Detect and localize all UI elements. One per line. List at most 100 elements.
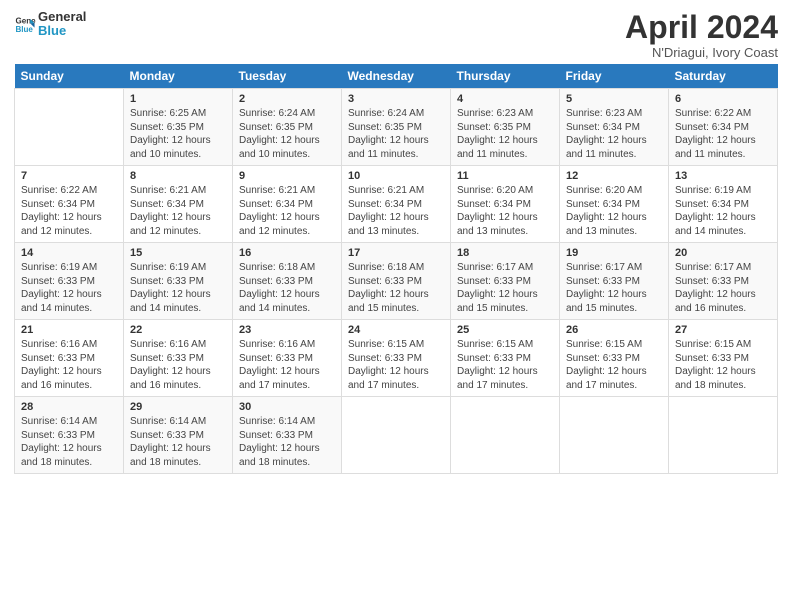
calendar-cell: 9 Sunrise: 6:21 AMSunset: 6:34 PMDaylight…	[233, 166, 342, 243]
calendar-cell: 12Sunrise: 6:20 AMSunset: 6:34 PMDayligh…	[560, 166, 669, 243]
logo-icon: General Blue	[14, 13, 36, 35]
calendar-cell: 4 Sunrise: 6:23 AMSunset: 6:35 PMDaylight…	[451, 89, 560, 166]
day-header-wednesday: Wednesday	[342, 64, 451, 89]
day-info: Sunrise: 6:18 AMSunset: 6:33 PMDaylight:…	[348, 261, 444, 315]
day-info: Sunrise: 6:14 AMSunset: 6:33 PMDaylight:…	[130, 415, 226, 469]
logo: General Blue General Blue	[14, 10, 86, 39]
day-info: Sunrise: 6:21 AMSunset: 6:34 PMDaylight:…	[239, 184, 335, 238]
day-number: 10	[348, 170, 444, 182]
header: General Blue General Blue April 2024 N'D…	[14, 10, 778, 60]
week-row-3: 14 Sunrise: 6:19 AMSunset: 6:33 PMDayligh…	[15, 243, 778, 320]
calendar-cell: 26 Sunrise: 6:15 AMSunset: 6:33 PMDayligh…	[560, 320, 669, 397]
calendar-cell: 11Sunrise: 6:20 AMSunset: 6:34 PMDayligh…	[451, 166, 560, 243]
calendar-cell: 21Sunrise: 6:16 AMSunset: 6:33 PMDayligh…	[15, 320, 124, 397]
day-number: 19	[566, 247, 662, 259]
subtitle: N'Driagui, Ivory Coast	[625, 45, 778, 60]
page-container: General Blue General Blue April 2024 N'D…	[0, 0, 792, 482]
day-info: Sunrise: 6:23 AMSunset: 6:35 PMDaylight:…	[457, 107, 553, 161]
day-number: 23	[239, 324, 335, 336]
day-info: Sunrise: 6:17 AMSunset: 6:33 PMDaylight:…	[457, 261, 553, 315]
day-number: 1	[130, 93, 226, 105]
week-row-2: 7 Sunrise: 6:22 AMSunset: 6:34 PMDaylight…	[15, 166, 778, 243]
calendar-table: SundayMondayTuesdayWednesdayThursdayFrid…	[14, 64, 778, 474]
day-number: 4	[457, 93, 553, 105]
day-number: 5	[566, 93, 662, 105]
day-number: 20	[675, 247, 771, 259]
calendar-cell: 30 Sunrise: 6:14 AMSunset: 6:33 PMDayligh…	[233, 397, 342, 474]
day-info: Sunrise: 6:18 AMSunset: 6:33 PMDaylight:…	[239, 261, 335, 315]
calendar-cell: 8 Sunrise: 6:21 AMSunset: 6:34 PMDaylight…	[124, 166, 233, 243]
calendar-cell: 5 Sunrise: 6:23 AMSunset: 6:34 PMDaylight…	[560, 89, 669, 166]
calendar-cell: 7 Sunrise: 6:22 AMSunset: 6:34 PMDaylight…	[15, 166, 124, 243]
calendar-cell: 18 Sunrise: 6:17 AMSunset: 6:33 PMDayligh…	[451, 243, 560, 320]
day-number: 18	[457, 247, 553, 259]
day-info: Sunrise: 6:19 AMSunset: 6:33 PMDaylight:…	[130, 261, 226, 315]
week-row-4: 21 Sunrise: 6:16 AMSunset: 6:33 PMDayligh…	[15, 320, 778, 397]
day-info: Sunrise: 6:17 AMSunset: 6:33 PMDaylight:…	[566, 261, 662, 315]
day-info: Sunrise: 6:19 AMSunset: 6:33 PMDaylight:…	[21, 261, 117, 315]
day-number: 6	[675, 93, 771, 105]
day-info: Sunrise: 6:23 AMSunset: 6:34 PMDaylight:…	[566, 107, 662, 161]
calendar-cell: 19 Sunrise: 6:17 AMSunset: 6:33 PMDayligh…	[560, 243, 669, 320]
calendar-cell	[560, 397, 669, 474]
day-number: 24	[348, 324, 444, 336]
day-info: Sunrise: 6:15 AMSunset: 6:33 PMDaylight:…	[566, 338, 662, 392]
day-info: Sunrise: 6:14 AMSunset: 6:33 PMDaylight:…	[21, 415, 117, 469]
calendar-cell: 24 Sunrise: 6:15 AMSunset: 6:33 PMDayligh…	[342, 320, 451, 397]
day-info: Sunrise: 6:21 AMSunset: 6:34 PMDaylight:…	[130, 184, 226, 238]
calendar-cell: 13 Sunrise: 6:19 AMSunset: 6:34 PMDayligh…	[669, 166, 778, 243]
day-info: Sunrise: 6:15 AMSunset: 6:33 PMDaylight:…	[457, 338, 553, 392]
calendar-cell: 10Sunrise: 6:21 AMSunset: 6:34 PMDayligh…	[342, 166, 451, 243]
calendar-cell: 3Sunrise: 6:24 AMSunset: 6:35 PMDaylight…	[342, 89, 451, 166]
calendar-cell: 20Sunrise: 6:17 AMSunset: 6:33 PMDayligh…	[669, 243, 778, 320]
day-number: 28	[21, 401, 117, 413]
day-number: 26	[566, 324, 662, 336]
day-number: 7	[21, 170, 117, 182]
day-header-monday: Monday	[124, 64, 233, 89]
day-header-sunday: Sunday	[15, 64, 124, 89]
day-header-tuesday: Tuesday	[233, 64, 342, 89]
day-info: Sunrise: 6:19 AMSunset: 6:34 PMDaylight:…	[675, 184, 771, 238]
calendar-cell: 14 Sunrise: 6:19 AMSunset: 6:33 PMDayligh…	[15, 243, 124, 320]
day-number: 16	[239, 247, 335, 259]
day-number: 30	[239, 401, 335, 413]
day-number: 9	[239, 170, 335, 182]
day-info: Sunrise: 6:20 AMSunset: 6:34 PMDaylight:…	[457, 184, 553, 238]
day-number: 13	[675, 170, 771, 182]
logo-text-line2: Blue	[38, 24, 86, 38]
day-info: Sunrise: 6:22 AMSunset: 6:34 PMDaylight:…	[675, 107, 771, 161]
day-number: 14	[21, 247, 117, 259]
calendar-cell	[342, 397, 451, 474]
week-row-1: 1Sunrise: 6:25 AMSunset: 6:35 PMDaylight…	[15, 89, 778, 166]
calendar-cell	[15, 89, 124, 166]
calendar-cell: 17Sunrise: 6:18 AMSunset: 6:33 PMDayligh…	[342, 243, 451, 320]
day-info: Sunrise: 6:16 AMSunset: 6:33 PMDaylight:…	[239, 338, 335, 392]
day-info: Sunrise: 6:16 AMSunset: 6:33 PMDaylight:…	[130, 338, 226, 392]
svg-text:Blue: Blue	[15, 25, 33, 34]
day-info: Sunrise: 6:14 AMSunset: 6:33 PMDaylight:…	[239, 415, 335, 469]
calendar-cell: 28 Sunrise: 6:14 AMSunset: 6:33 PMDayligh…	[15, 397, 124, 474]
calendar-cell: 23 Sunrise: 6:16 AMSunset: 6:33 PMDayligh…	[233, 320, 342, 397]
day-number: 27	[675, 324, 771, 336]
calendar-header-row: SundayMondayTuesdayWednesdayThursdayFrid…	[15, 64, 778, 89]
day-info: Sunrise: 6:24 AMSunset: 6:35 PMDaylight:…	[239, 107, 335, 161]
day-number: 22	[130, 324, 226, 336]
day-number: 12	[566, 170, 662, 182]
day-info: Sunrise: 6:24 AMSunset: 6:35 PMDaylight:…	[348, 107, 444, 161]
main-title: April 2024	[625, 10, 778, 45]
day-header-friday: Friday	[560, 64, 669, 89]
day-info: Sunrise: 6:22 AMSunset: 6:34 PMDaylight:…	[21, 184, 117, 238]
day-number: 21	[21, 324, 117, 336]
calendar-cell: 1Sunrise: 6:25 AMSunset: 6:35 PMDaylight…	[124, 89, 233, 166]
calendar-cell	[669, 397, 778, 474]
calendar-cell: 2 Sunrise: 6:24 AMSunset: 6:35 PMDaylight…	[233, 89, 342, 166]
calendar-cell: 6 Sunrise: 6:22 AMSunset: 6:34 PMDaylight…	[669, 89, 778, 166]
day-info: Sunrise: 6:15 AMSunset: 6:33 PMDaylight:…	[348, 338, 444, 392]
day-number: 8	[130, 170, 226, 182]
calendar-cell: 15Sunrise: 6:19 AMSunset: 6:33 PMDayligh…	[124, 243, 233, 320]
calendar-cell: 25Sunrise: 6:15 AMSunset: 6:33 PMDayligh…	[451, 320, 560, 397]
week-row-5: 28 Sunrise: 6:14 AMSunset: 6:33 PMDayligh…	[15, 397, 778, 474]
day-number: 2	[239, 93, 335, 105]
calendar-cell: 29Sunrise: 6:14 AMSunset: 6:33 PMDayligh…	[124, 397, 233, 474]
day-header-saturday: Saturday	[669, 64, 778, 89]
